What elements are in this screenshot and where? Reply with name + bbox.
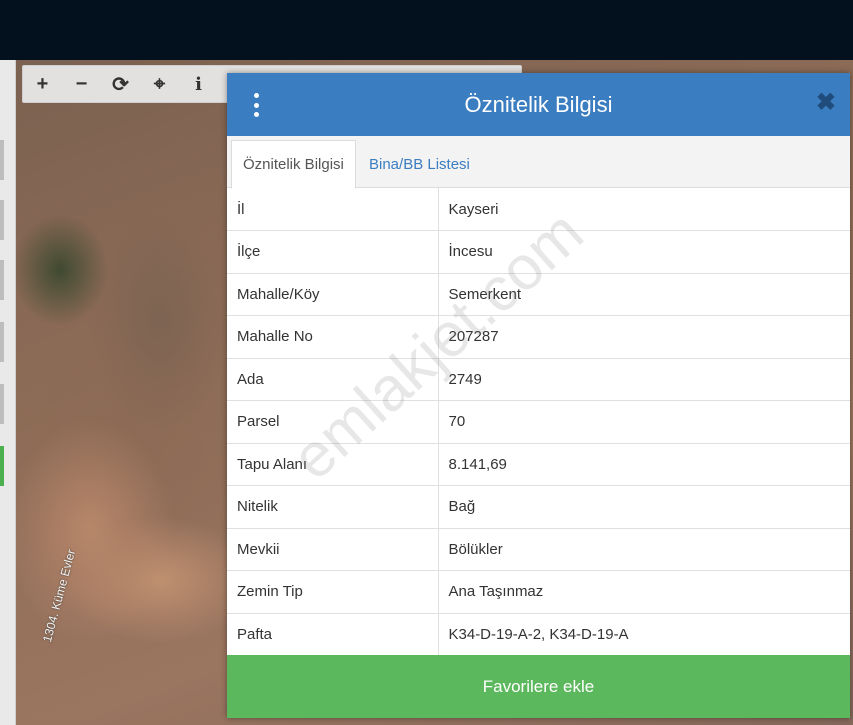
attribute-panel: Öznitelik Bilgisi ✖ Öznitelik Bilgisi Bi… [227,73,850,718]
tab-building-list[interactable]: Bina/BB Listesi [358,140,481,189]
row-key: Parsel [227,400,439,443]
row-value: 8.141,69 [448,455,507,473]
row-key: Pafta [227,613,439,656]
add-to-favorites-button[interactable]: Favorilere ekle [227,655,850,718]
table-row: Mahalle/Köy Semerkent [227,273,850,316]
zoom-out-button[interactable]: − [62,66,101,102]
refresh-button[interactable]: ⟳ [101,66,140,102]
row-value: 2749 [448,370,482,388]
table-row: Parsel 70 [227,400,850,443]
table-row: Nitelik Bağ [227,485,850,528]
table-row: İl Kayseri [227,188,850,231]
plus-icon: + [36,72,49,95]
side-tab[interactable] [0,322,4,362]
left-side-strip [0,60,16,725]
row-key: Nitelik [227,485,439,528]
row-key: Mahalle No [227,315,439,358]
tab-attribute-info[interactable]: Öznitelik Bilgisi [231,140,356,189]
refresh-icon: ⟳ [112,73,129,96]
info-icon: i [195,73,202,95]
row-value: Semerkent [448,285,522,303]
table-row: Tapu Alanı 8.141,69 [227,443,850,486]
row-value: Bölükler [448,540,503,558]
side-tab-active[interactable] [0,446,4,486]
panel-title: Öznitelik Bilgisi [464,91,613,117]
zoom-in-button[interactable]: + [23,66,62,102]
row-key: Zemin Tip [227,570,439,613]
row-key: Tapu Alanı [227,443,439,486]
table-row: Pafta K34-D-19-A-2, K34-D-19-A [227,613,850,656]
table-row: İlçe İncesu [227,230,850,273]
row-value: 70 [448,413,466,431]
minus-icon: − [75,72,88,95]
row-key: Mevkii [227,528,439,571]
attribute-table: İl Kayseri İlçe İncesu Mahalle/Köy Semerken… [227,188,850,656]
panel-tabs: Öznitelik Bilgisi Bina/BB Listesi [227,136,850,189]
row-value: 207287 [448,328,499,346]
panel-header: Öznitelik Bilgisi ✖ [227,73,850,136]
table-row: Mevkii Bölükler [227,528,850,571]
row-value: K34-D-19-A-2, K34-D-19-A [448,625,629,643]
table-row: Mahalle No 207287 [227,315,850,358]
more-options-icon[interactable] [251,93,261,117]
side-tab[interactable] [0,384,4,424]
top-navbar [0,0,853,60]
row-key: Ada [227,358,439,401]
side-tab[interactable] [0,260,4,300]
info-button[interactable]: i [179,66,218,102]
row-value: Kayseri [448,200,499,218]
side-tab[interactable] [0,200,4,240]
close-icon[interactable]: ✖ [816,91,836,115]
side-tab[interactable] [0,140,4,180]
row-key: İl [227,188,439,231]
row-key: Mahalle/Köy [227,273,439,316]
row-value: Ana Taşınmaz [448,583,544,601]
locate-button[interactable]: ⌖ [140,66,179,102]
table-row: Zemin Tip Ana Taşınmaz [227,570,850,613]
table-row: Ada 2749 [227,358,850,401]
row-value: İncesu [448,243,493,261]
locate-icon: ⌖ [153,72,166,95]
row-value: Bağ [448,498,476,516]
row-key: İlçe [227,230,439,273]
